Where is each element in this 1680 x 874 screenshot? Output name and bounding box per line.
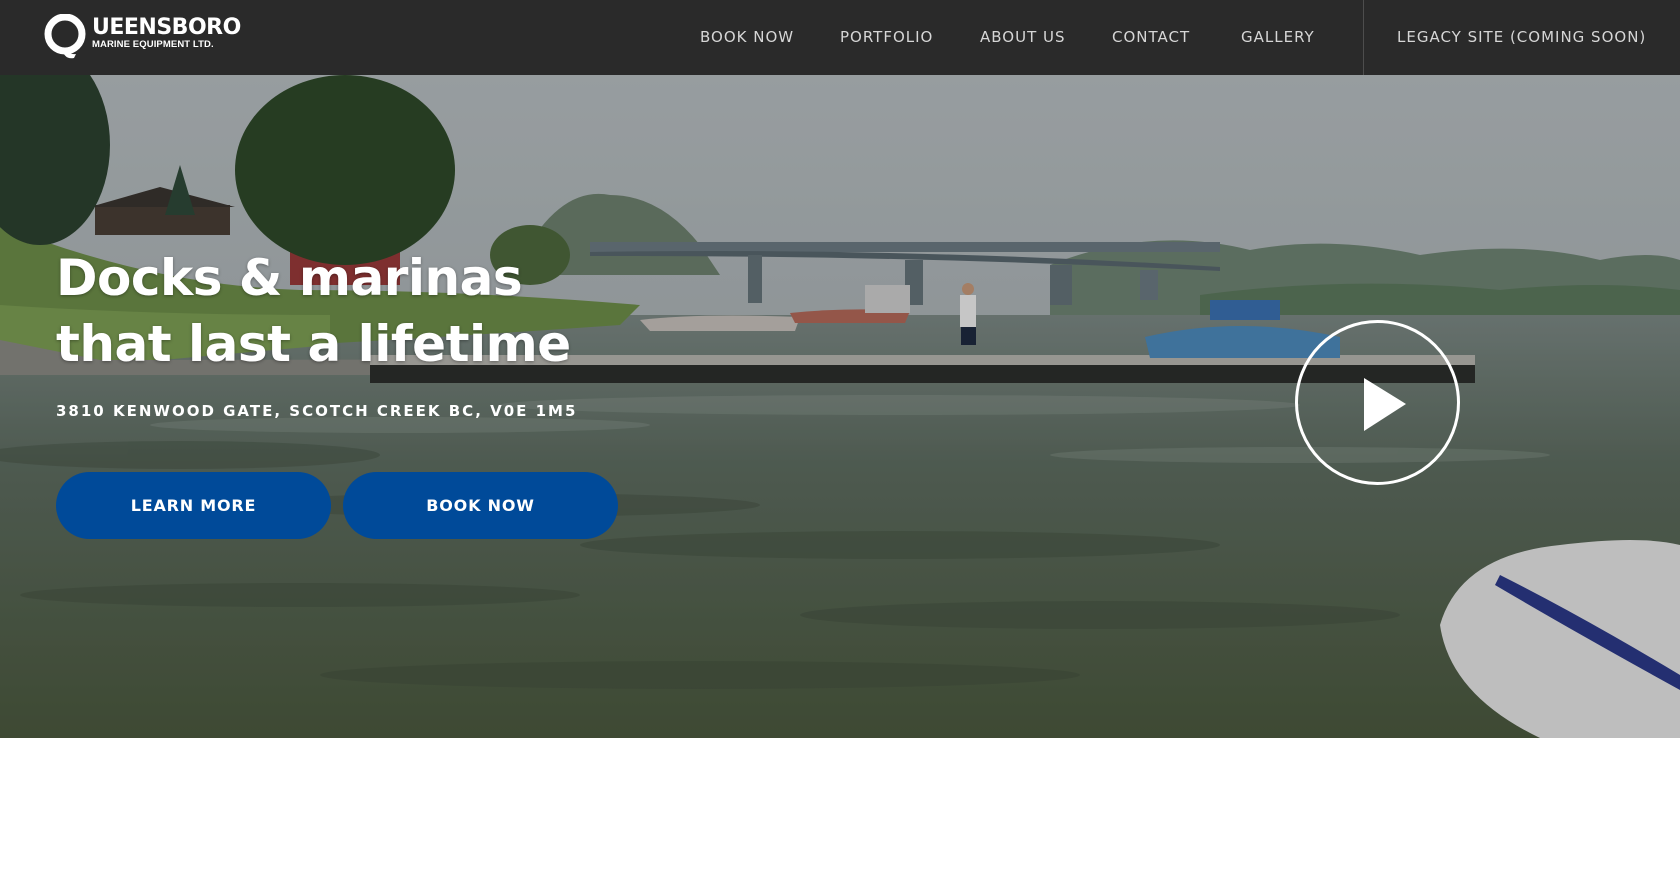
- nav-item-gallery[interactable]: GALLERY: [1241, 0, 1315, 75]
- site-header: UEENSBORO MARINE EQUIPMENT LTD. BOOK NOW…: [0, 0, 1680, 75]
- nav-item-portfolio[interactable]: PORTFOLIO: [840, 0, 933, 75]
- nav-item-legacy-site[interactable]: LEGACY SITE (COMING SOON): [1397, 0, 1646, 75]
- nav-item-book-now[interactable]: BOOK NOW: [700, 0, 794, 75]
- nav-item-contact[interactable]: CONTACT: [1112, 0, 1190, 75]
- nav-divider: [1363, 0, 1364, 75]
- hero-title-line-1: Docks & marinas: [56, 249, 523, 307]
- learn-more-button[interactable]: LEARN MORE: [56, 472, 331, 539]
- hero-title: Docks & marinas that last a lifetime: [56, 245, 676, 377]
- hero-address: 3810 KENWOOD GATE, SCOTCH CREEK BC, V0E …: [56, 402, 578, 420]
- hero-section: Docks & marinas that last a lifetime 381…: [0, 75, 1680, 738]
- book-now-button[interactable]: BOOK NOW: [343, 472, 618, 539]
- play-icon: [1364, 378, 1406, 431]
- main-nav: BOOK NOW PORTFOLIO ABOUT US CONTACT GALL…: [0, 0, 1680, 75]
- play-video-button[interactable]: [1295, 320, 1460, 485]
- hero-title-line-2: that last a lifetime: [56, 315, 571, 373]
- nav-item-about-us[interactable]: ABOUT US: [980, 0, 1066, 75]
